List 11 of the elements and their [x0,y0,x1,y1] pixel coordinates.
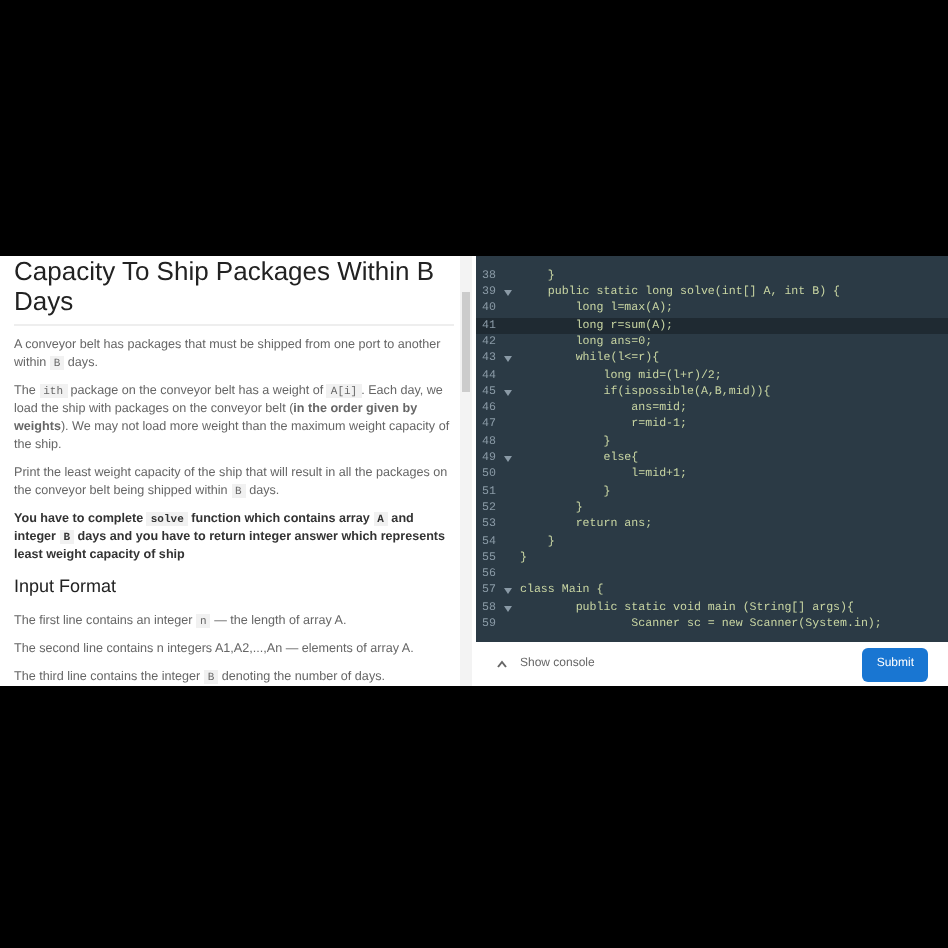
fold-caret-icon[interactable] [504,605,512,612]
fold-caret-icon[interactable] [504,356,512,363]
chevron-up-icon [496,660,508,668]
scrollbar[interactable] [460,256,472,686]
code-editor[interactable] [476,256,948,642]
fold-caret-icon[interactable] [504,455,512,462]
section-heading: Input Format [14,574,119,600]
fold-caret-icon[interactable] [504,389,512,396]
fold-caret-icon[interactable] [504,289,512,296]
problem-title: Capacity To Ship Packages Within B Days [14,256,454,326]
fold-caret-icon[interactable] [504,588,512,595]
